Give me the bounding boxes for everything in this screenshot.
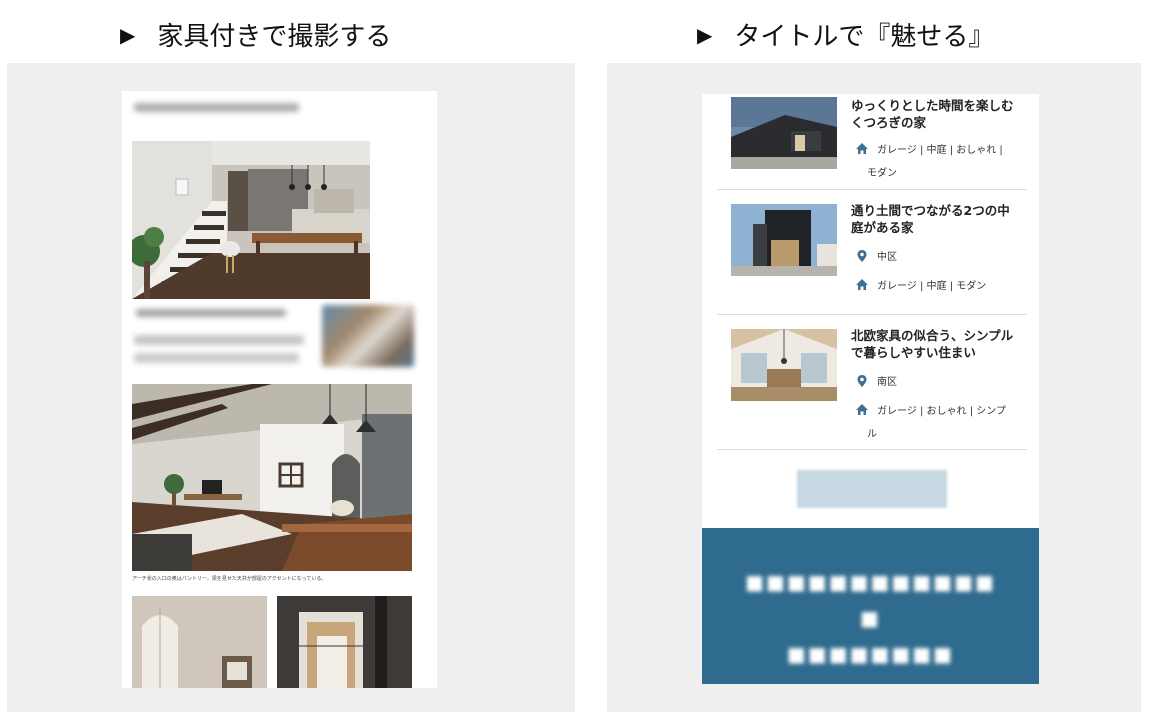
photo-caption: アーチ状の入口の奥はパントリー。梁を見せた天井が部屋のアクセントになっている。 bbox=[132, 576, 327, 582]
photo-dining-stairs bbox=[132, 141, 370, 299]
item-tags: ガレージ | 中庭 | モダン bbox=[855, 277, 986, 292]
blurred-text-line bbox=[134, 335, 304, 345]
right-heading: ▶ タイトルで『魅せる』 bbox=[697, 16, 994, 53]
house-thumbnail bbox=[731, 329, 837, 401]
house-icon bbox=[855, 142, 869, 156]
blurred-title-text bbox=[134, 103, 299, 112]
item-area-text: 中区 bbox=[877, 252, 897, 263]
map-pin-icon bbox=[855, 374, 869, 388]
left-heading: ▶ 家具付きで撮影する bbox=[120, 16, 391, 53]
photo-arch-doorway bbox=[132, 596, 267, 688]
house-thumbnail bbox=[731, 204, 837, 276]
photo-interior-door bbox=[277, 596, 412, 688]
list-item[interactable]: 通り土間でつながる2つの中庭がある家 中区 ガレージ | 中庭 | モダン bbox=[717, 190, 1027, 315]
map-pin-icon bbox=[855, 249, 869, 263]
right-heading-marker: ▶ bbox=[697, 22, 713, 47]
blurred-footer-text: ■■■■■■■■■■■■ bbox=[745, 570, 996, 594]
item-area-text: 南区 bbox=[877, 377, 897, 388]
right-heading-text: タイトルで『魅せる』 bbox=[734, 22, 995, 52]
item-title[interactable]: ゆっくりとした時間を楽しむくつろぎの家 bbox=[851, 97, 1021, 131]
left-panel: アーチ状の入口の奥はパントリー。梁を見せた天井が部屋のアクセントになっている。 bbox=[7, 63, 575, 712]
photo-living-room bbox=[132, 384, 412, 571]
item-tags-text: ガレージ | おしゃれ | シンプ bbox=[877, 406, 1006, 417]
item-tags: ガレージ | おしゃれ | シンプ bbox=[855, 402, 1006, 417]
blurred-text-line bbox=[134, 353, 299, 363]
blurred-footer-text: ■■■■■■■■ bbox=[786, 642, 955, 666]
item-tags: ガレージ | 中庭 | おしゃれ | bbox=[855, 141, 1003, 156]
left-heading-text: 家具付きで撮影する bbox=[157, 22, 392, 52]
blurred-footer-banner[interactable]: ■■■■■■■■■■■■ ■ ■■■■■■■■ bbox=[702, 528, 1039, 684]
right-panel: ゆっくりとした時間を楽しむくつろぎの家 ガレージ | 中庭 | おしゃれ | モ… bbox=[607, 63, 1141, 712]
right-page-mockup: ゆっくりとした時間を楽しむくつろぎの家 ガレージ | 中庭 | おしゃれ | モ… bbox=[702, 94, 1039, 684]
left-page-mockup: アーチ状の入口の奥はパントリー。梁を見せた天井が部屋のアクセントになっている。 bbox=[122, 91, 437, 688]
item-tags-continued: ル bbox=[867, 429, 877, 440]
blurred-text-line bbox=[136, 309, 286, 317]
item-tags-continued: モダン bbox=[867, 168, 897, 179]
item-title[interactable]: 北欧家具の似合う、シンプルで暮らしやすい住まい bbox=[851, 327, 1021, 361]
item-title[interactable]: 通り土間でつながる2つの中庭がある家 bbox=[851, 202, 1021, 236]
item-area: 南区 bbox=[855, 373, 897, 388]
blurred-footer-text: ■ bbox=[860, 606, 881, 630]
list-item[interactable]: 北欧家具の似合う、シンプルで暮らしやすい住まい 南区 ガレージ | おしゃれ |… bbox=[717, 315, 1027, 450]
item-tags-text: ガレージ | 中庭 | おしゃれ | bbox=[877, 145, 1003, 156]
house-icon bbox=[855, 278, 869, 292]
house-icon bbox=[855, 403, 869, 417]
list-item[interactable]: ゆっくりとした時間を楽しむくつろぎの家 ガレージ | 中庭 | おしゃれ | モ… bbox=[717, 94, 1027, 190]
blurred-more-button[interactable] bbox=[797, 470, 947, 508]
item-area: 中区 bbox=[855, 248, 897, 263]
house-thumbnail bbox=[731, 97, 837, 169]
item-tags-text: ガレージ | 中庭 | モダン bbox=[877, 281, 987, 292]
blurred-thumbnail bbox=[322, 305, 414, 367]
left-heading-marker: ▶ bbox=[120, 22, 136, 47]
